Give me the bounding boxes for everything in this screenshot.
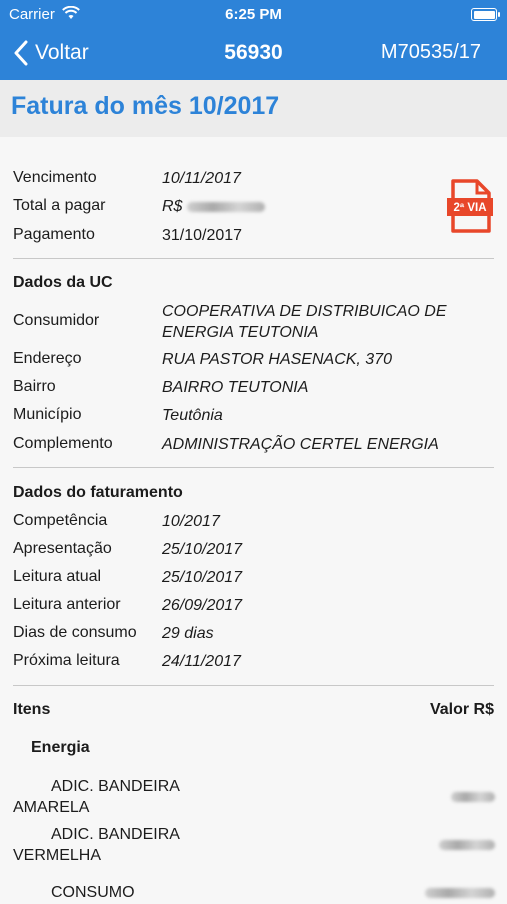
- competencia-label: Competência: [13, 512, 108, 529]
- leitura-anterior-value: 26/09/2017: [162, 597, 243, 614]
- divider: [13, 258, 494, 259]
- group-heading-energia: Energia: [31, 739, 90, 756]
- item-name-line1: ADIC. BANDEIRA: [51, 826, 180, 843]
- item-name-line2: VERMELHA: [13, 847, 102, 864]
- proxima-leitura-value: 24/11/2017: [162, 653, 241, 670]
- vencimento-label: Vencimento: [13, 169, 97, 186]
- dias-consumo-value: 29 dias: [162, 625, 214, 642]
- total-label: Total a pagar: [13, 197, 106, 214]
- redacted-value: [451, 792, 495, 802]
- competencia-value: 10/2017: [162, 513, 220, 530]
- section-heading-faturamento: Dados do faturamento: [13, 484, 183, 501]
- leitura-anterior-label: Leitura anterior: [13, 596, 121, 613]
- valor-header: Valor R$: [429, 701, 494, 718]
- navigation-bar: Carrier 6:25 PM Voltar 56930 M70535/17: [0, 0, 507, 80]
- dias-consumo-label: Dias de consumo: [13, 624, 137, 641]
- battery-icon: [471, 8, 500, 21]
- redacted-value: [425, 888, 495, 898]
- redacted-value: [439, 840, 495, 850]
- consumidor-value: COOPERATIVA DE DISTRIBUICAO DE ENERGIA T…: [162, 303, 447, 341]
- item-name-line2: AMARELA: [13, 799, 90, 816]
- leitura-atual-label: Leitura atual: [13, 568, 102, 585]
- apresentacao-value: 25/10/2017: [162, 541, 243, 558]
- clock: 6:25 PM: [225, 6, 282, 23]
- bairro-value: BAIRRO TEUTONIA: [162, 379, 309, 396]
- page-header: Fatura do mês 10/2017: [0, 80, 507, 137]
- status-bar: Carrier 6:25 PM: [0, 0, 507, 28]
- divider: [13, 685, 494, 686]
- bairro-label: Bairro: [13, 378, 56, 395]
- item-name-line1: ADIC. BANDEIRA: [51, 778, 180, 795]
- leitura-atual-value: 25/10/2017: [162, 569, 243, 586]
- complemento-value: ADMINISTRAÇÃO CERTEL ENERGIA: [162, 436, 439, 453]
- endereco-label: Endereço: [13, 350, 82, 367]
- total-value: R$: [162, 196, 492, 217]
- itens-heading: Itens: [13, 701, 51, 718]
- pdf-download-icon[interactable]: 2ª VIA: [447, 179, 493, 233]
- section-heading-uc: Dados da UC: [13, 274, 113, 291]
- item-name-line1: CONSUMO: [51, 884, 135, 901]
- apresentacao-label: Apresentação: [13, 540, 112, 557]
- proxima-leitura-label: Próxima leitura: [13, 652, 120, 669]
- vencimento-value: 10/11/2017: [162, 170, 241, 187]
- municipio-label: Município: [13, 406, 82, 423]
- page-title: Fatura do mês 10/2017: [11, 92, 280, 120]
- pagamento-label: Pagamento: [13, 226, 95, 243]
- municipio-value: Teutônia: [162, 407, 223, 424]
- currency-prefix: R$: [162, 198, 183, 215]
- complemento-label: Complemento: [13, 435, 113, 452]
- pdf-badge-label: 2ª VIA: [453, 202, 486, 214]
- endereco-value: RUA PASTOR HASENACK, 370: [162, 351, 392, 368]
- divider: [13, 467, 494, 468]
- nav-right-label: M70535/17: [380, 41, 481, 63]
- pagamento-value: 31/10/2017: [162, 227, 243, 244]
- redacted-amount: [186, 201, 265, 212]
- consumidor-label: Consumidor: [13, 312, 100, 329]
